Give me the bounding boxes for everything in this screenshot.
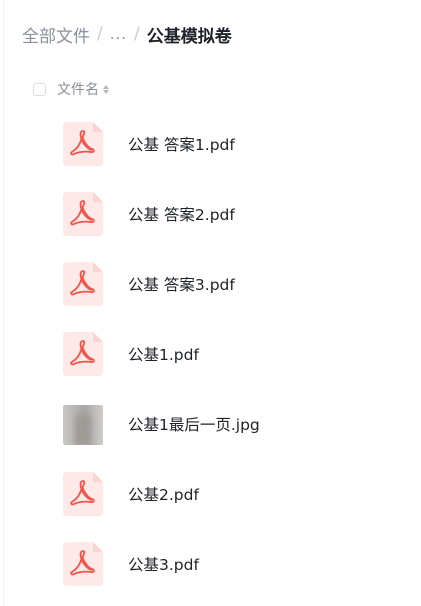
breadcrumb-ellipsis-link[interactable]: ... <box>110 25 127 43</box>
file-row[interactable]: 公基 答案2.pdf <box>0 180 421 250</box>
file-name[interactable]: 公基2.pdf <box>128 483 199 505</box>
file-name[interactable]: 公基1最后一页.jpg <box>128 413 260 435</box>
file-name[interactable]: 公基 答案2.pdf <box>128 203 235 225</box>
pdf-file-icon <box>63 542 103 586</box>
file-row[interactable]: 公基1最后一页.jpg <box>0 390 421 460</box>
select-all-checkbox[interactable] <box>33 82 46 96</box>
filename-column-header[interactable]: 文件名 <box>57 79 99 99</box>
pdf-file-icon <box>63 262 103 306</box>
file-row[interactable]: 公基1.pdf <box>0 320 421 390</box>
breadcrumb: 全部文件 / ... / 公基模拟卷 <box>22 22 232 47</box>
file-list-header: 文件名 <box>33 80 109 98</box>
sort-updown-icon[interactable] <box>103 82 109 96</box>
breadcrumb-separator: / <box>97 24 103 44</box>
breadcrumb-separator: / <box>134 24 140 44</box>
file-list: 公基 答案1.pdf 公基 答案2.pdf 公基 答案3.pdf 公基1.pdf… <box>0 110 421 600</box>
file-name[interactable]: 公基 答案3.pdf <box>128 273 235 295</box>
file-browser-page: 全部文件 / ... / 公基模拟卷 文件名 公基 答案1.pdf 公基 答案2… <box>0 0 421 606</box>
file-name[interactable]: 公基 答案1.pdf <box>128 133 235 155</box>
file-row[interactable]: 公基 答案3.pdf <box>0 250 421 320</box>
file-row[interactable]: 公基2.pdf <box>0 460 421 530</box>
file-row[interactable]: 公基 答案1.pdf <box>0 110 421 180</box>
pdf-file-icon <box>63 192 103 236</box>
pdf-file-icon <box>63 122 103 166</box>
file-name[interactable]: 公基3.pdf <box>128 553 199 575</box>
file-row[interactable]: 公基3.pdf <box>0 530 421 600</box>
file-name[interactable]: 公基1.pdf <box>128 343 199 365</box>
pdf-file-icon <box>63 472 103 516</box>
breadcrumb-current-folder: 公基模拟卷 <box>146 26 232 47</box>
image-thumbnail <box>63 405 103 445</box>
breadcrumb-root-link[interactable]: 全部文件 <box>22 22 90 47</box>
pdf-file-icon <box>63 332 103 376</box>
